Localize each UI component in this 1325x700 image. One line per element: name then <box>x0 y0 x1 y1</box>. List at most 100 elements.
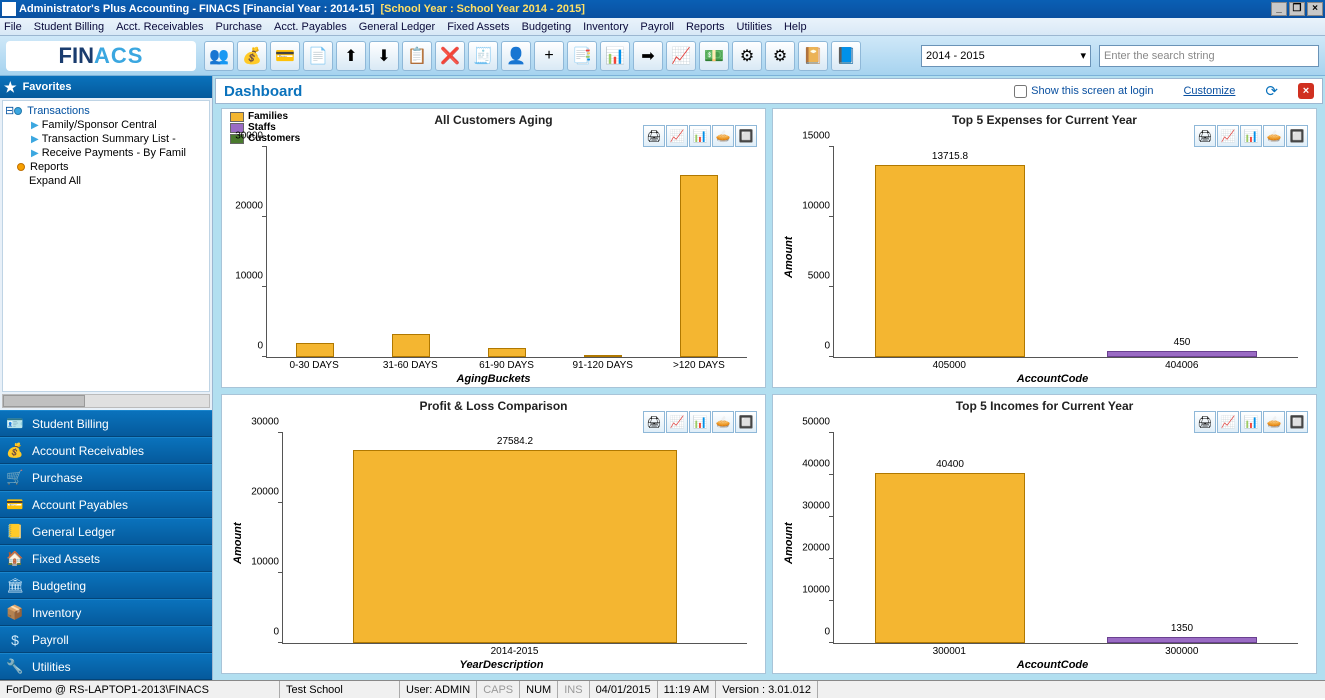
close-window-button[interactable]: × <box>1307 2 1323 16</box>
menu-acct-receivables[interactable]: Acct. Receivables <box>116 21 203 33</box>
menu-fixed-assets[interactable]: Fixed Assets <box>447 21 509 33</box>
toolbar-btn-18[interactable]: ⚙ <box>765 41 795 71</box>
chart-bar: 27584.2 <box>353 450 678 643</box>
toolbar-btn-19[interactable]: 📔 <box>798 41 828 71</box>
chart-bar <box>680 175 718 357</box>
minimize-button[interactable]: _ <box>1271 2 1287 16</box>
menu-utilities[interactable]: Utilities <box>737 21 772 33</box>
toolbar-btn-10[interactable]: 👤 <box>501 41 531 71</box>
module-budgeting[interactable]: 🏛Budgeting <box>0 572 212 599</box>
chart-bar <box>392 334 430 357</box>
xtick: 300000 <box>1066 646 1299 657</box>
toolbar-icons: 👥 💰 💳 📄 ⬆ ⬇ 📋 ❌ 🧾 👤 + 📑 📊 ➡ 📈 💵 ⚙ ⚙ 📔 📘 <box>204 41 921 71</box>
xtick: 2014-2015 <box>282 646 747 657</box>
search-placeholder: Enter the search string <box>1104 50 1215 62</box>
ytick: 10000 <box>794 585 830 596</box>
close-dashboard-button[interactable]: × <box>1298 83 1314 99</box>
tree-hscrollbar[interactable] <box>2 394 210 408</box>
bar-value-label: 13715.8 <box>932 151 968 162</box>
search-input[interactable]: Enter the search string <box>1099 45 1319 67</box>
menu-student-billing[interactable]: Student Billing <box>34 21 104 33</box>
toolbar-btn-5[interactable]: ⬆ <box>336 41 366 71</box>
module-account-payables[interactable]: 💳Account Payables <box>0 491 212 518</box>
year-selector[interactable]: 2014 - 2015 ▾ <box>921 45 1091 67</box>
favorites-tree[interactable]: ⊟ Transactions ▶Family/Sponsor Central ▶… <box>2 100 210 392</box>
module-utilities[interactable]: 🔧Utilities <box>0 653 212 680</box>
toolbar-btn-3[interactable]: 💳 <box>270 41 300 71</box>
bar-value-label: 27584.2 <box>497 436 533 447</box>
tree-expand-all[interactable]: Expand All <box>29 175 81 187</box>
toolbar-btn-17[interactable]: ⚙ <box>732 41 762 71</box>
show-at-login-checkbox[interactable] <box>1014 85 1027 98</box>
ytick: 15000 <box>794 131 830 142</box>
status-school: Test School <box>280 681 400 698</box>
module-student-billing[interactable]: 🪪Student Billing <box>0 410 212 437</box>
chevron-down-icon: ▾ <box>1080 49 1086 62</box>
tree-item-receive[interactable]: Receive Payments - By Famil <box>42 147 186 159</box>
tree-transactions[interactable]: Transactions <box>27 105 90 117</box>
menu-help[interactable]: Help <box>784 21 807 33</box>
bar-value-label: 450 <box>1174 337 1191 348</box>
chart-xlabel: AccountCode <box>797 373 1308 385</box>
chart-panel-1: Top 5 Expenses for Current Year🖨📈📊🥧🔲Amou… <box>772 108 1317 388</box>
ledger-icon: 📒 <box>6 523 24 541</box>
chart-bar: 450 <box>1107 351 1258 357</box>
toolbar-btn-15[interactable]: 📈 <box>666 41 696 71</box>
show-at-login-label: Show this screen at login <box>1031 85 1153 97</box>
toolbar-btn-11[interactable]: + <box>534 41 564 71</box>
tree-item-family[interactable]: Family/Sponsor Central <box>42 119 157 131</box>
refresh-icon[interactable]: ⟳ <box>1265 82 1278 100</box>
toolbar-btn-14[interactable]: ➡ <box>633 41 663 71</box>
menu-general-ledger[interactable]: General Ledger <box>359 21 435 33</box>
favorites-header[interactable]: ★ Favorites <box>0 76 212 98</box>
ytick: 20000 <box>794 543 830 554</box>
menu-payroll[interactable]: Payroll <box>640 21 674 33</box>
toolbar-btn-12[interactable]: 📑 <box>567 41 597 71</box>
receivables-icon: 💰 <box>6 442 24 460</box>
toolbar-btn-9[interactable]: 🧾 <box>468 41 498 71</box>
menu-inventory[interactable]: Inventory <box>583 21 628 33</box>
maximize-button[interactable]: ❐ <box>1289 2 1305 16</box>
dashboard-title: Dashboard <box>224 83 302 100</box>
logo: FINACS <box>6 41 196 71</box>
module-account-receivables[interactable]: 💰Account Receivables <box>0 437 212 464</box>
toolbar-btn-4[interactable]: 📄 <box>303 41 333 71</box>
module-payroll[interactable]: $Payroll <box>0 626 212 653</box>
toolbar-btn-13[interactable]: 📊 <box>600 41 630 71</box>
toolbar-btn-8[interactable]: ❌ <box>435 41 465 71</box>
menu-acct-payables[interactable]: Acct. Payables <box>274 21 347 33</box>
menu-budgeting[interactable]: Budgeting <box>522 21 572 33</box>
toolbar-btn-1[interactable]: 👥 <box>204 41 234 71</box>
xtick: 31-60 DAYS <box>362 360 458 371</box>
purchase-icon: 🛒 <box>6 469 24 487</box>
module-general-ledger[interactable]: 📒General Ledger <box>0 518 212 545</box>
toolbar-btn-16[interactable]: 💵 <box>699 41 729 71</box>
xtick: 404006 <box>1066 360 1299 371</box>
tree-reports[interactable]: Reports <box>30 161 69 173</box>
module-inventory[interactable]: 📦Inventory <box>0 599 212 626</box>
xtick: 91-120 DAYS <box>555 360 651 371</box>
ytick: 5000 <box>794 271 830 282</box>
toolbar-btn-20[interactable]: 📘 <box>831 41 861 71</box>
menu-file[interactable]: File <box>4 21 22 33</box>
ytick: 0 <box>794 341 830 352</box>
menu-purchase[interactable]: Purchase <box>216 21 262 33</box>
ytick: 0 <box>243 627 279 638</box>
status-num: NUM <box>520 681 558 698</box>
ytick: 30000 <box>243 417 279 428</box>
chart-panel-2: Profit & Loss Comparison🖨📈📊🥧🔲Amount01000… <box>221 394 766 674</box>
module-purchase[interactable]: 🛒Purchase <box>0 464 212 491</box>
favorites-label: Favorites <box>23 81 72 93</box>
module-fixed-assets[interactable]: 🏠Fixed Assets <box>0 545 212 572</box>
chart-xlabel: AccountCode <box>797 659 1308 671</box>
ytick: 40000 <box>794 459 830 470</box>
toolbar-btn-6[interactable]: ⬇ <box>369 41 399 71</box>
tree-item-summary[interactable]: Transaction Summary List - <box>42 133 176 145</box>
menu-reports[interactable]: Reports <box>686 21 725 33</box>
ytick: 10000 <box>794 201 830 212</box>
customize-link[interactable]: Customize <box>1183 85 1235 97</box>
toolbar-btn-2[interactable]: 💰 <box>237 41 267 71</box>
ytick: 50000 <box>794 417 830 428</box>
toolbar-btn-7[interactable]: 📋 <box>402 41 432 71</box>
window-title-sy: [School Year : School Year 2014 - 2015] <box>380 3 584 15</box>
